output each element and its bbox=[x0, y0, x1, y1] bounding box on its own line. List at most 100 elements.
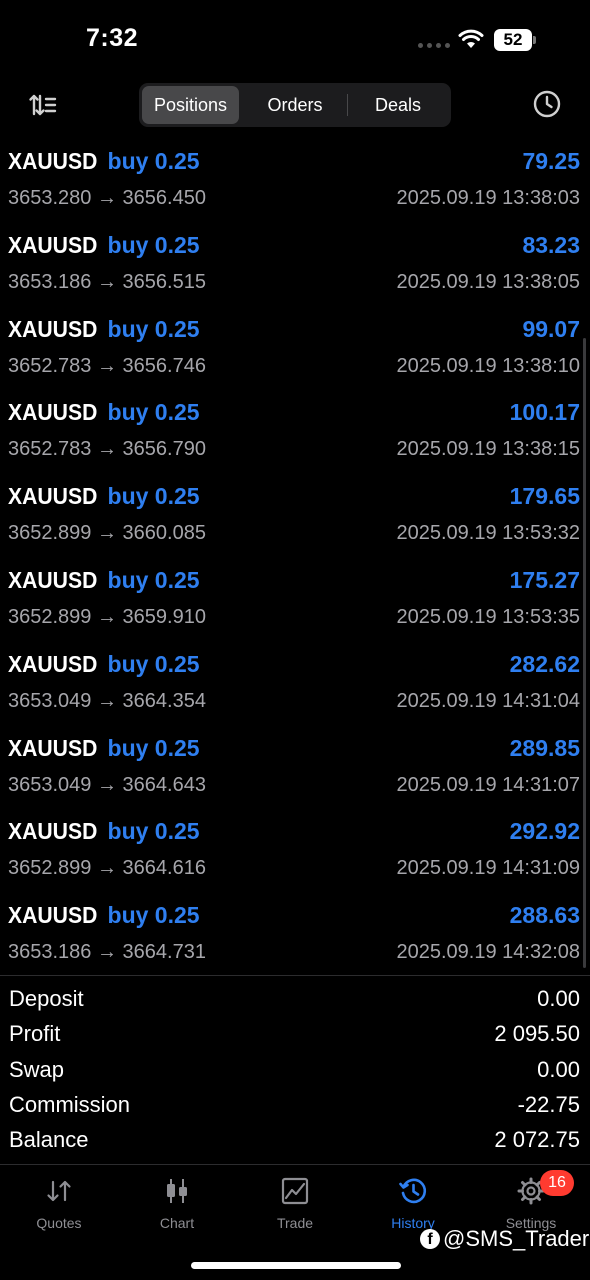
deal-close-price: 3656.746 bbox=[122, 354, 206, 377]
deal-row[interactable]: XAUUSD buy 0.25 292.92 3652.899 → 3664.6… bbox=[0, 810, 590, 894]
deal-profit: 100.17 bbox=[509, 399, 580, 426]
tab-label: Quotes bbox=[36, 1215, 82, 1231]
deal-close-price: 3656.450 bbox=[122, 187, 206, 209]
deal-row[interactable]: XAUUSD buy 0.25 100.17 3652.783 → 3656.7… bbox=[0, 391, 590, 475]
arrow-right-icon: → bbox=[96, 689, 117, 712]
segment-deals[interactable]: Deals bbox=[348, 86, 448, 124]
deal-symbol: XAUUSD bbox=[8, 483, 98, 510]
arrow-right-icon: → bbox=[96, 270, 117, 293]
deal-open-price: 3653.049 bbox=[8, 773, 92, 796]
deal-row[interactable]: XAUUSD buy 0.25 175.27 3652.899 → 3659.9… bbox=[0, 559, 590, 643]
deal-profit: 179.65 bbox=[509, 483, 580, 510]
deal-open-price: 3653.280 bbox=[8, 187, 92, 209]
deal-close-price: 3664.643 bbox=[122, 773, 206, 796]
tab-trade[interactable]: Trade bbox=[236, 1176, 354, 1238]
deal-row[interactable]: XAUUSD buy 0.25 289.85 3653.049 → 3664.6… bbox=[0, 727, 590, 811]
battery-level: 52 bbox=[494, 29, 532, 51]
deal-time: 2025.09.19 14:31:09 bbox=[396, 857, 580, 880]
trade-chart-icon bbox=[281, 1177, 309, 1205]
deal-symbol: XAUUSD bbox=[8, 902, 98, 929]
deal-row[interactable]: XAUUSD buy 0.25 288.63 3653.186 → 3664.7… bbox=[0, 894, 590, 978]
deal-open-price: 3653.186 bbox=[8, 941, 92, 964]
deal-open-price: 3653.049 bbox=[8, 689, 92, 712]
deal-profit: 175.27 bbox=[509, 566, 580, 593]
tab-chart[interactable]: Chart bbox=[118, 1176, 236, 1238]
deal-close-price: 3664.731 bbox=[122, 941, 206, 964]
summary-value: 0.00 bbox=[537, 986, 580, 1011]
deal-profit: 282.62 bbox=[509, 650, 580, 677]
settings-notification-badge: 16 bbox=[540, 1170, 574, 1196]
summary-value: 2 095.50 bbox=[494, 1021, 580, 1047]
deal-close-price: 3656.515 bbox=[122, 270, 206, 293]
summary-row-balance: Balance 2 072.75 bbox=[0, 1123, 590, 1158]
arrow-right-icon: → bbox=[96, 522, 117, 545]
deal-row[interactable]: XAUUSD buy 0.25 282.62 3653.049 → 3664.3… bbox=[0, 643, 590, 727]
candlestick-icon bbox=[167, 1179, 187, 1203]
clock-history-icon[interactable] bbox=[532, 89, 562, 119]
deal-open-price: 3652.783 bbox=[8, 354, 92, 377]
deal-close-price: 3659.910 bbox=[122, 605, 206, 628]
deal-side: buy 0.25 bbox=[107, 231, 200, 258]
deal-side: buy 0.25 bbox=[107, 902, 200, 929]
deal-profit: 289.85 bbox=[509, 734, 580, 761]
deal-list[interactable]: XAUUSD buy 0.25 79.25 3653.280 → 3656.45… bbox=[0, 140, 590, 978]
sort-icon[interactable] bbox=[28, 90, 58, 120]
summary-label: Deposit bbox=[9, 986, 84, 1011]
home-indicator[interactable] bbox=[191, 1262, 401, 1269]
deal-profit: 79.25 bbox=[522, 148, 580, 174]
deal-side: buy 0.25 bbox=[107, 566, 200, 593]
deal-row[interactable]: XAUUSD buy 0.25 179.65 3652.899 → 3660.0… bbox=[0, 475, 590, 559]
arrow-right-icon: → bbox=[96, 354, 117, 377]
deal-row[interactable]: XAUUSD buy 0.25 99.07 3652.783 → 3656.74… bbox=[0, 308, 590, 392]
summary-value: -22.75 bbox=[517, 1091, 580, 1117]
arrow-right-icon: → bbox=[96, 857, 117, 880]
summary-label: Balance bbox=[9, 1127, 89, 1153]
toolbar: Positions Orders Deals bbox=[0, 82, 590, 128]
deal-time: 2025.09.19 14:32:08 bbox=[396, 941, 580, 964]
deal-symbol: XAUUSD bbox=[8, 818, 98, 845]
deal-time: 2025.09.19 13:38:03 bbox=[396, 187, 580, 209]
deal-close-price: 3660.085 bbox=[122, 522, 206, 545]
summary-row-swap: Swap 0.00 bbox=[0, 1053, 590, 1088]
scrollbar[interactable] bbox=[583, 338, 586, 968]
deal-open-price: 3652.899 bbox=[8, 605, 92, 628]
status-bar: 7:32 52 bbox=[0, 0, 590, 80]
deal-time: 2025.09.19 14:31:04 bbox=[396, 689, 580, 712]
tabbar-divider bbox=[0, 1164, 590, 1165]
deal-row[interactable]: XAUUSD buy 0.25 79.25 3653.280 → 3656.45… bbox=[0, 140, 590, 224]
summary-value: 0.00 bbox=[537, 1056, 580, 1082]
deal-side: buy 0.25 bbox=[107, 148, 200, 174]
deal-open-price: 3652.783 bbox=[8, 438, 92, 461]
deal-side: buy 0.25 bbox=[107, 399, 200, 426]
watermark-text: @SMS_Trader bbox=[443, 1226, 590, 1251]
arrow-right-icon: → bbox=[96, 941, 117, 964]
deal-symbol: XAUUSD bbox=[8, 399, 98, 426]
segment-positions[interactable]: Positions bbox=[142, 86, 239, 124]
deal-profit: 292.92 bbox=[509, 818, 580, 845]
summary-row-commission: Commission -22.75 bbox=[0, 1088, 590, 1123]
cellular-signal-icon bbox=[418, 43, 450, 48]
deal-symbol: XAUUSD bbox=[8, 231, 98, 258]
arrow-right-icon: → bbox=[96, 187, 117, 209]
deal-close-price: 3664.354 bbox=[122, 689, 206, 712]
facebook-icon: f bbox=[420, 1229, 440, 1249]
deal-open-price: 3652.899 bbox=[8, 522, 92, 545]
deal-side: buy 0.25 bbox=[107, 818, 200, 845]
summary-panel: Deposit 0.00 Profit 2 095.50 Swap 0.00 C… bbox=[0, 982, 590, 1158]
arrow-right-icon: → bbox=[96, 605, 117, 628]
summary-label: Commission bbox=[9, 1091, 131, 1117]
arrow-right-icon: → bbox=[96, 773, 117, 796]
deal-time: 2025.09.19 13:53:32 bbox=[396, 522, 580, 545]
deal-symbol: XAUUSD bbox=[8, 650, 98, 677]
deal-profit: 99.07 bbox=[522, 315, 580, 342]
deal-side: buy 0.25 bbox=[107, 734, 200, 761]
summary-label: Profit bbox=[9, 1021, 61, 1047]
deal-time: 2025.09.19 13:53:35 bbox=[396, 605, 580, 628]
segment-orders[interactable]: Orders bbox=[243, 86, 347, 124]
history-segment-control: Positions Orders Deals bbox=[139, 83, 451, 127]
tab-quotes[interactable]: Quotes bbox=[0, 1176, 118, 1238]
deal-open-price: 3652.899 bbox=[8, 857, 92, 880]
deal-side: buy 0.25 bbox=[107, 650, 200, 677]
deal-row[interactable]: XAUUSD buy 0.25 83.23 3653.186 → 3656.51… bbox=[0, 224, 590, 308]
quotes-arrows-icon bbox=[47, 1180, 71, 1202]
